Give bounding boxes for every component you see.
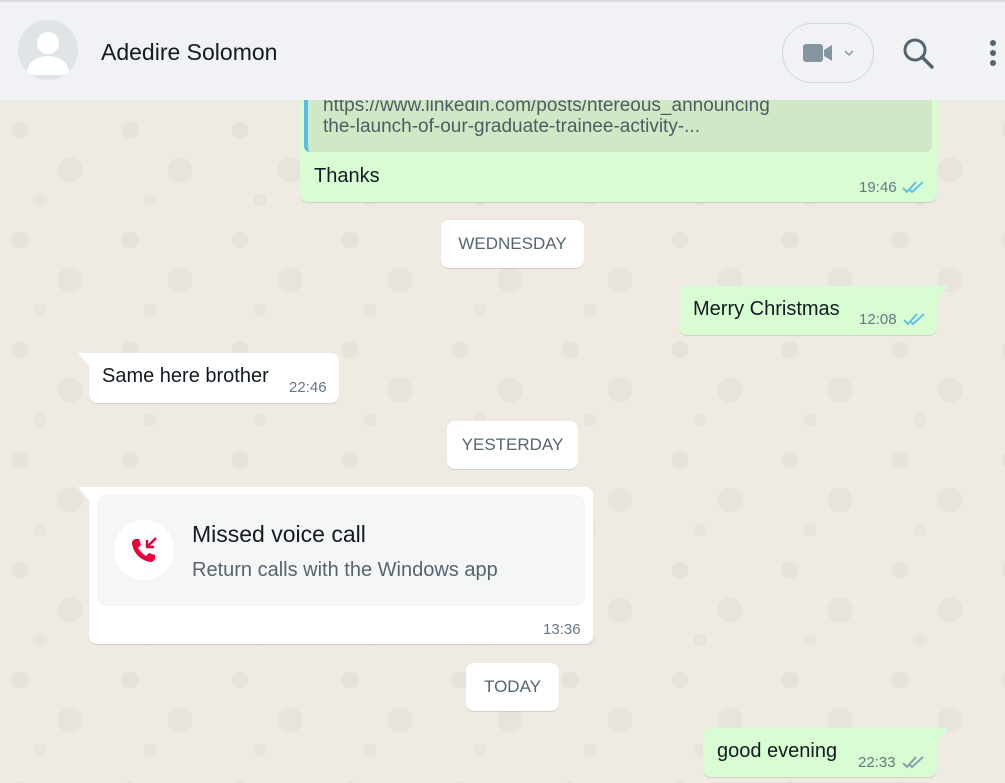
message-bubble-outgoing[interactable]: good evening 22:33 — [703, 728, 937, 777]
read-ticks-icon — [902, 181, 924, 194]
missed-call-icon — [114, 520, 174, 580]
message-time: 22:46 — [289, 379, 327, 396]
message-time: 22:33 — [858, 754, 896, 771]
contact-name[interactable]: Adedire Solomon — [101, 39, 277, 66]
chat-header: Adedire Solomon — [0, 0, 1005, 100]
message-time: 12:08 — [859, 311, 897, 328]
video-call-button[interactable] — [782, 23, 874, 83]
bubble-tail — [937, 286, 948, 299]
search-icon[interactable] — [900, 35, 936, 71]
link-preview-line: the-launch-of-our-graduate-trainee-activ… — [323, 116, 701, 137]
missed-call-subtitle: Return calls with the Windows app — [192, 559, 498, 581]
bubble-tail — [937, 728, 948, 741]
message-text: Merry Christmas — [693, 298, 840, 320]
kebab-menu-icon[interactable] — [982, 38, 1004, 72]
chevron-down-icon — [844, 50, 854, 57]
date-separator: TODAY — [466, 663, 559, 711]
message-bubble-incoming[interactable]: Same here brother 22:46 — [89, 353, 339, 403]
message-text: Thanks — [314, 165, 380, 187]
default-avatar-icon — [18, 20, 78, 80]
date-separator: WEDNESDAY — [441, 220, 584, 268]
read-ticks-icon — [903, 313, 925, 326]
message-time: 19:46 — [859, 179, 897, 196]
date-separator: YESTERDAY — [447, 421, 578, 469]
missed-call-title: Missed voice call — [192, 521, 366, 547]
message-text: Same here brother — [102, 365, 269, 387]
message-bubble-outgoing[interactable]: Merry Christmas 12:08 — [679, 286, 937, 335]
missed-call-card[interactable]: Missed voice call Return calls with the … — [97, 495, 585, 606]
delivered-ticks-icon — [902, 756, 924, 769]
bubble-tail — [78, 353, 89, 366]
avatar[interactable] — [18, 20, 78, 80]
message-text: good evening — [717, 740, 838, 762]
video-call-icon — [803, 44, 832, 62]
message-time: 13:36 — [543, 621, 581, 638]
bubble-tail — [78, 487, 89, 500]
message-list[interactable]: https://www.linkedin.com/posts/ntereous_… — [0, 0, 1005, 783]
